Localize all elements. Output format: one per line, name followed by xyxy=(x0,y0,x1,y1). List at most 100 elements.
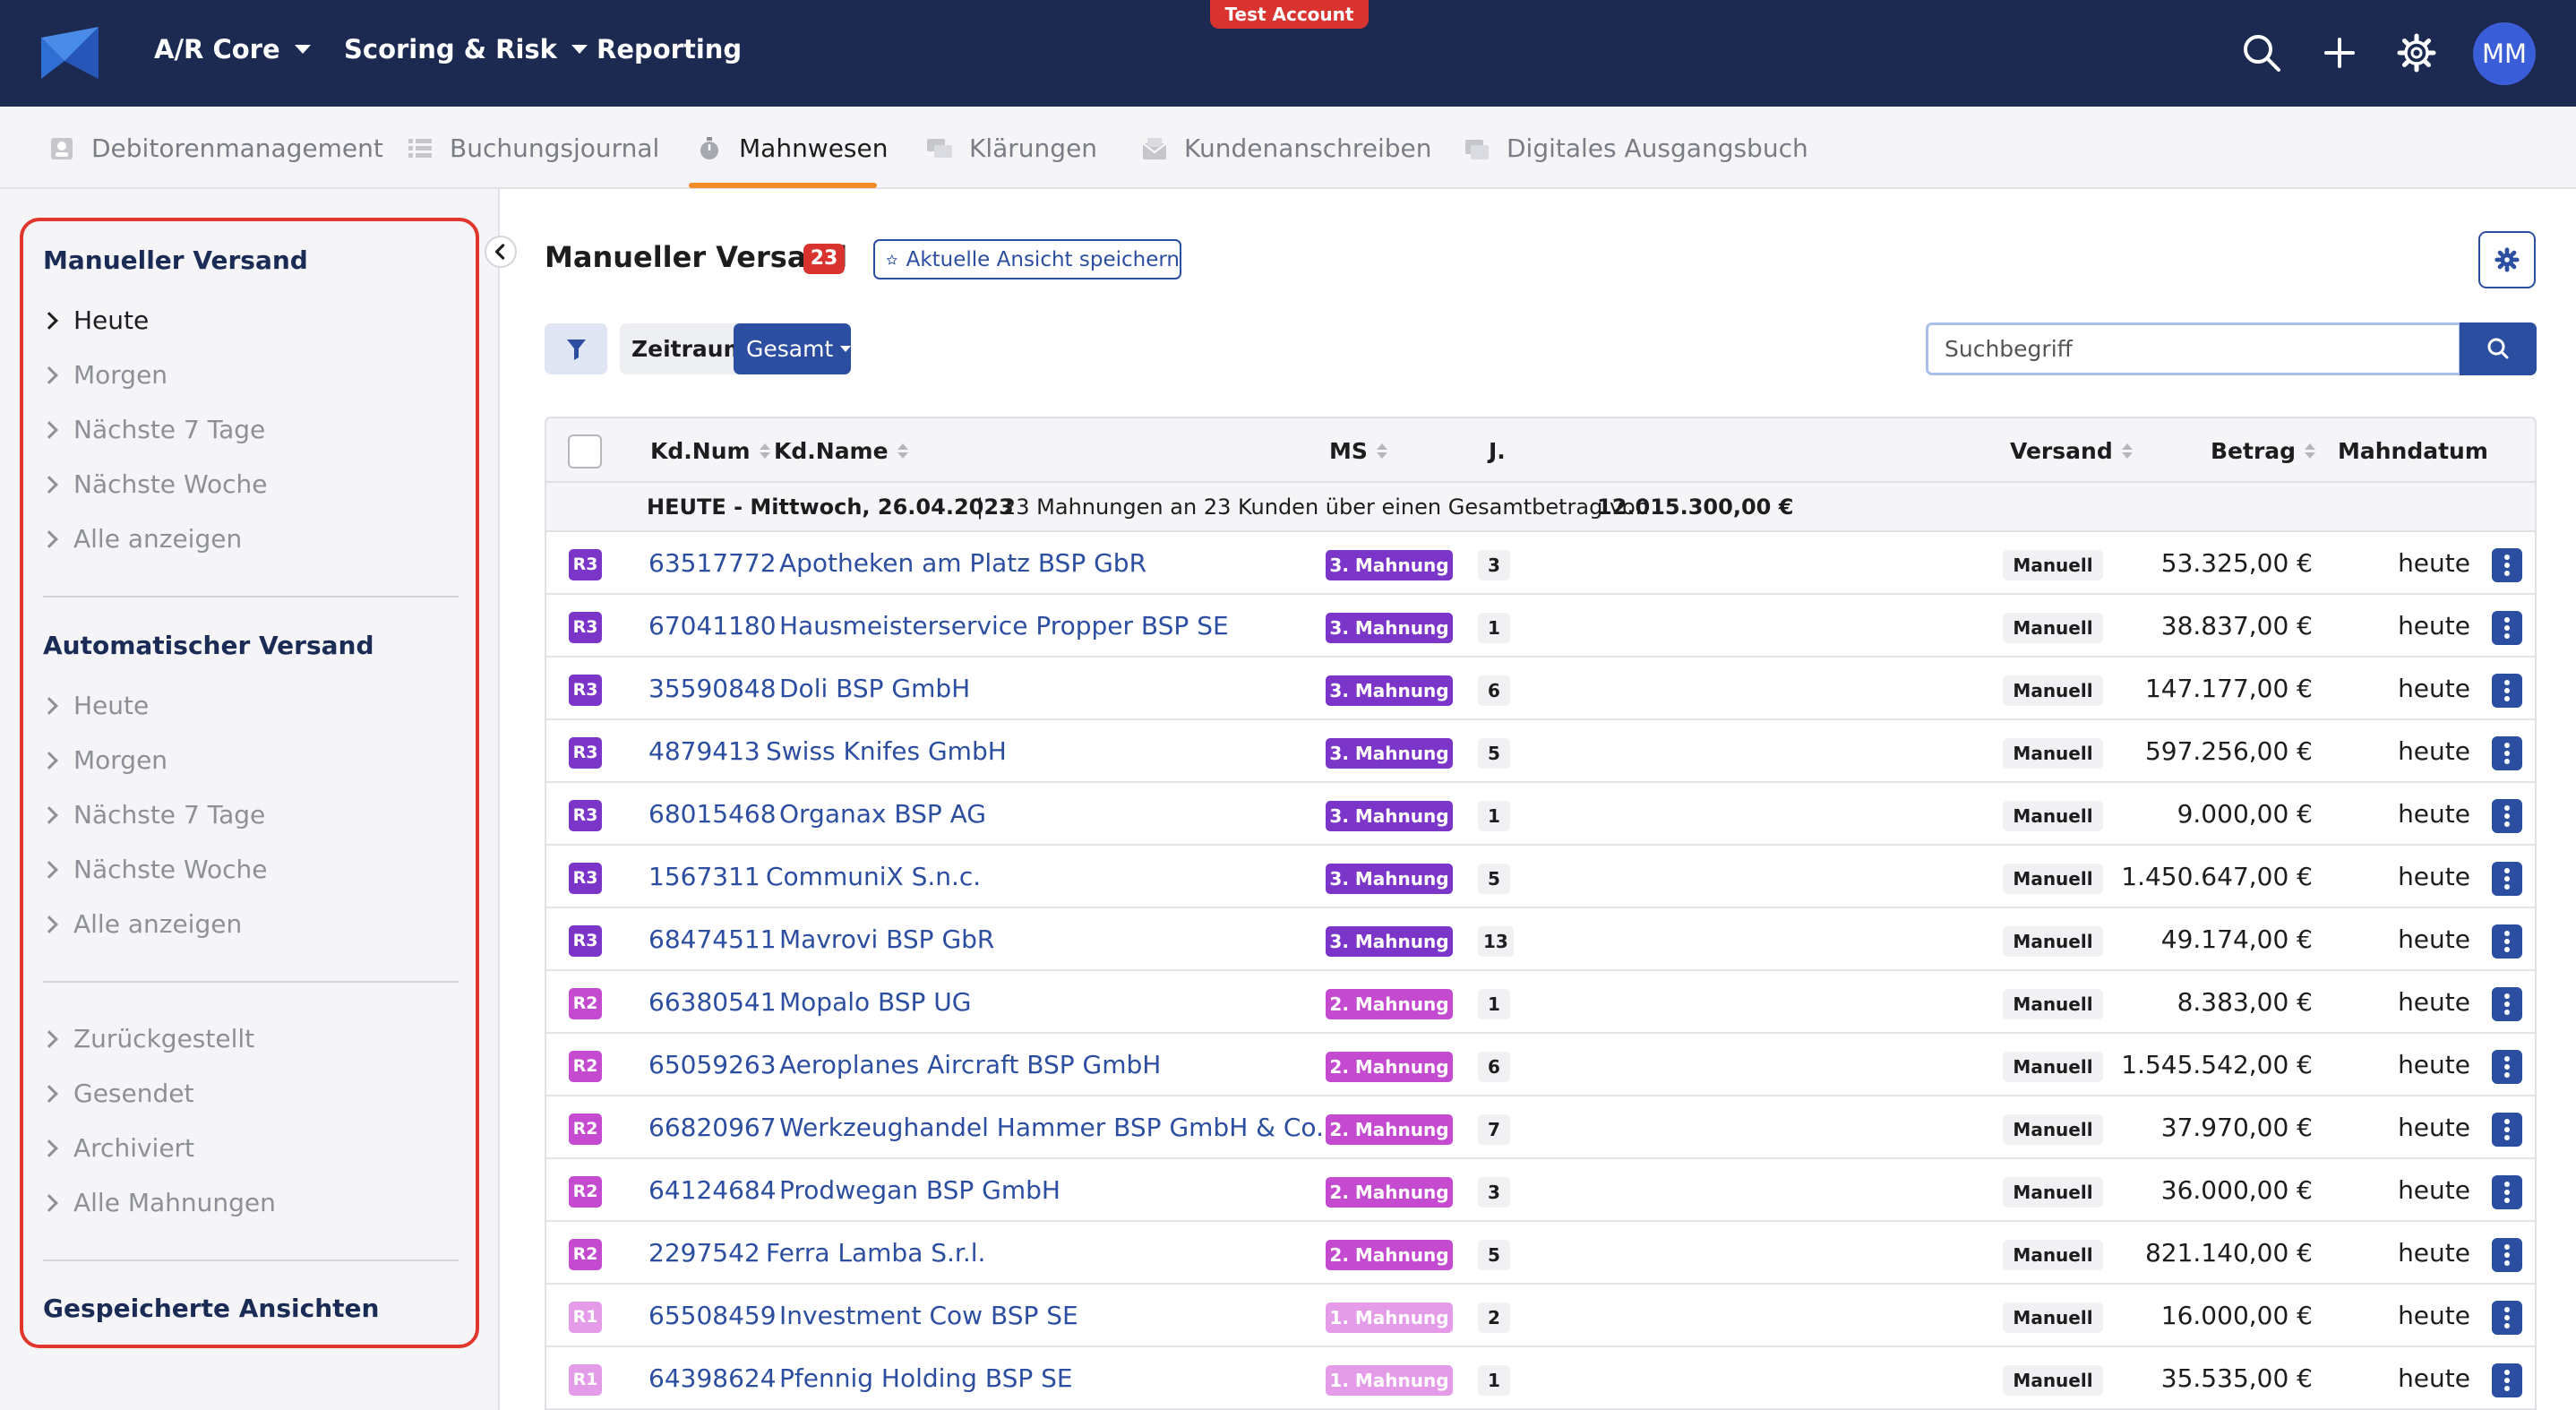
nav-ar-core[interactable]: A/R Core xyxy=(154,34,311,64)
tab-klaerungen[interactable]: Klärungen xyxy=(926,133,1097,163)
customer-number-link[interactable]: 2297542 xyxy=(648,1238,760,1268)
tab-buchungsjournal[interactable]: Buchungsjournal xyxy=(407,133,659,163)
customer-number-link[interactable]: 4879413 xyxy=(648,736,760,766)
customer-name-link[interactable]: Prodwegan BSP GmbH xyxy=(779,1175,1060,1205)
customer-number-link[interactable]: 67041180 xyxy=(648,611,777,641)
customer-name-link[interactable]: Doli BSP GmbH xyxy=(779,674,970,703)
customer-name-link[interactable]: Apotheken am Platz BSP GbR xyxy=(779,548,1146,578)
customer-number-link[interactable]: 64124684 xyxy=(648,1175,777,1205)
tab-kundenanschreiben[interactable]: Kundenanschreiben xyxy=(1141,133,1432,163)
row-actions-button[interactable] xyxy=(2492,736,2522,770)
column-versand[interactable]: Versand xyxy=(2010,438,2133,464)
sidebar-item-manuell-morgen[interactable]: Morgen xyxy=(40,360,167,390)
table-row[interactable]: R2 65059263 Aeroplanes Aircraft BSP GmbH 2.… xyxy=(546,1034,2535,1096)
column-kd-name[interactable]: Kd.Name xyxy=(774,438,908,464)
table-row[interactable]: R3 68015468 Organax BSP AG 3. Mahnung 1 Manue… xyxy=(546,783,2535,846)
row-actions-button[interactable] xyxy=(2492,1238,2522,1272)
collapse-sidebar-button[interactable] xyxy=(485,236,517,268)
row-actions-button[interactable] xyxy=(2492,1050,2522,1084)
sidebar-heading-gespeicherte-ansichten[interactable]: Gespeicherte Ansichten xyxy=(43,1294,379,1323)
customer-name-link[interactable]: CommuniX S.n.c. xyxy=(766,862,981,891)
customer-name-link[interactable]: Werkzeughandel Hammer BSP GmbH & Co. KG xyxy=(779,1113,1368,1142)
sidebar-item-manuell-alle-anzeigen[interactable]: Alle anzeigen xyxy=(40,524,242,554)
column-betrag[interactable]: Betrag xyxy=(2211,438,2316,464)
user-avatar[interactable]: MM xyxy=(2473,22,2536,85)
table-row[interactable]: R3 68474511 Mavrovi BSP GbR 3. Mahnung 13 Man… xyxy=(546,908,2535,971)
row-actions-button[interactable] xyxy=(2492,611,2522,645)
nav-scoring-risk[interactable]: Scoring & Risk xyxy=(344,34,588,64)
sidebar-item-manuell-naechste-woche[interactable]: Nächste Woche xyxy=(40,469,267,499)
customer-name-link[interactable]: Ferra Lamba S.r.l. xyxy=(766,1238,985,1268)
row-actions-button[interactable] xyxy=(2492,1113,2522,1147)
table-row[interactable]: R2 64124684 Prodwegan BSP GmbH 2. Mahnung 3 M… xyxy=(546,1159,2535,1222)
customer-name-link[interactable]: Pfennig Holding BSP SE xyxy=(779,1363,1073,1393)
customer-name-link[interactable]: Mavrovi BSP GbR xyxy=(779,924,994,954)
sidebar-item-auto-morgen[interactable]: Morgen xyxy=(40,745,167,775)
row-actions-button[interactable] xyxy=(2492,862,2522,896)
customer-number-link[interactable]: 35590848 xyxy=(648,674,777,703)
row-actions-button[interactable] xyxy=(2492,1175,2522,1209)
filter-button[interactable] xyxy=(545,323,607,374)
star-icon xyxy=(887,254,897,265)
sidebar-item-alle-mahnungen[interactable]: Alle Mahnungen xyxy=(40,1188,276,1217)
select-all-checkbox[interactable] xyxy=(568,434,602,469)
customer-name-link[interactable]: Swiss Knifes GmbH xyxy=(766,736,1007,766)
customer-number-link[interactable]: 64398624 xyxy=(648,1363,777,1393)
column-label: Versand xyxy=(2010,438,2113,464)
nav-reporting[interactable]: Reporting xyxy=(597,34,742,64)
sidebar-item-zurueckgestellt[interactable]: Zurückgestellt xyxy=(40,1024,254,1053)
table-row[interactable]: R3 67041180 Hausmeisterservice Propper BSP… xyxy=(546,595,2535,658)
row-actions-button[interactable] xyxy=(2492,548,2522,582)
customer-number-link[interactable]: 68474511 xyxy=(648,924,777,954)
customer-name-link[interactable]: Investment Cow BSP SE xyxy=(779,1301,1078,1330)
search-icon[interactable] xyxy=(2241,32,2282,73)
row-actions-button[interactable] xyxy=(2492,924,2522,959)
sidebar-item-archiviert[interactable]: Archiviert xyxy=(40,1133,194,1163)
customer-name-link[interactable]: Aeroplanes Aircraft BSP GmbH xyxy=(779,1050,1161,1079)
search-button[interactable] xyxy=(2460,322,2537,375)
table-row[interactable]: R1 64398624 Pfennig Holding BSP SE 1. Mahnu… xyxy=(546,1347,2535,1410)
tab-mahnwesen[interactable]: Mahnwesen xyxy=(696,133,889,163)
table-row[interactable]: R3 63517772 Apotheken am Platz BSP GbR 3. M… xyxy=(546,532,2535,595)
customer-name-link[interactable]: Mopalo BSP UG xyxy=(779,987,972,1017)
table-row[interactable]: R3 35590848 Doli BSP GmbH 3. Mahnung 6 Manuel… xyxy=(546,658,2535,720)
plus-icon[interactable] xyxy=(2319,32,2360,73)
table-row[interactable]: R3 4879413 Swiss Knifes GmbH 3. Mahnung 5 Man… xyxy=(546,720,2535,783)
column-ms[interactable]: MS xyxy=(1329,438,1387,464)
customer-number-link[interactable]: 1567311 xyxy=(648,862,760,891)
row-actions-button[interactable] xyxy=(2492,1363,2522,1397)
customer-name-link[interactable]: Hausmeisterservice Propper BSP SE xyxy=(779,611,1229,641)
customer-number-link[interactable]: 65508459 xyxy=(648,1301,777,1330)
customer-number-link[interactable]: 63517772 xyxy=(648,548,777,578)
sidebar-item-gesendet[interactable]: Gesendet xyxy=(40,1079,193,1108)
sidebar-item-manuell-naechste-7-tage[interactable]: Nächste 7 Tage xyxy=(40,415,265,444)
sidebar-item-auto-alle-anzeigen[interactable]: Alle anzeigen xyxy=(40,909,242,939)
sidebar-item-manuell-heute[interactable]: Heute xyxy=(40,305,149,335)
table-row[interactable]: R3 1567311 CommuniX S.n.c. 3. Mahnung 5 Manue… xyxy=(546,846,2535,908)
app-logo-icon[interactable] xyxy=(41,27,99,79)
customer-number-link[interactable]: 65059263 xyxy=(648,1050,777,1079)
tab-digitales-ausgangsbuch[interactable]: Digitales Ausgangsbuch xyxy=(1464,133,1808,163)
row-actions-button[interactable] xyxy=(2492,987,2522,1021)
sidebar-item-auto-heute[interactable]: Heute xyxy=(40,691,149,720)
row-actions-button[interactable] xyxy=(2492,1301,2522,1335)
zeitraum-dropdown[interactable]: Gesamt xyxy=(734,323,852,374)
customer-name-link[interactable]: Organax BSP AG xyxy=(779,799,986,829)
customer-number-link[interactable]: 66380541 xyxy=(648,987,777,1017)
customer-number-link[interactable]: 66820967 xyxy=(648,1113,777,1142)
gear-icon[interactable] xyxy=(2396,32,2437,73)
table-row[interactable]: R2 2297542 Ferra Lamba S.r.l. 2. Mahnung 5 Ma… xyxy=(546,1222,2535,1285)
row-actions-button[interactable] xyxy=(2492,799,2522,833)
table-row[interactable]: R2 66820967 Werkzeughandel Hammer BSP GmbH… xyxy=(546,1096,2535,1159)
sidebar-item-auto-naechste-7-tage[interactable]: Nächste 7 Tage xyxy=(40,800,265,830)
sidebar-item-auto-naechste-woche[interactable]: Nächste Woche xyxy=(40,855,267,884)
save-current-view-button[interactable]: Aktuelle Ansicht speichern xyxy=(873,239,1181,279)
column-kd-num[interactable]: Kd.Num xyxy=(650,438,770,464)
tab-debitorenmanagement[interactable]: Debitorenmanagement xyxy=(48,133,383,163)
customer-number-link[interactable]: 68015468 xyxy=(648,799,777,829)
search-input[interactable] xyxy=(1926,322,2461,375)
table-settings-button[interactable] xyxy=(2478,231,2536,288)
table-row[interactable]: R2 66380541 Mopalo BSP UG 2. Mahnung 1 Manuel… xyxy=(546,971,2535,1034)
table-row[interactable]: R1 65508459 Investment Cow BSP SE 1. Mahnun… xyxy=(546,1285,2535,1347)
row-actions-button[interactable] xyxy=(2492,674,2522,708)
